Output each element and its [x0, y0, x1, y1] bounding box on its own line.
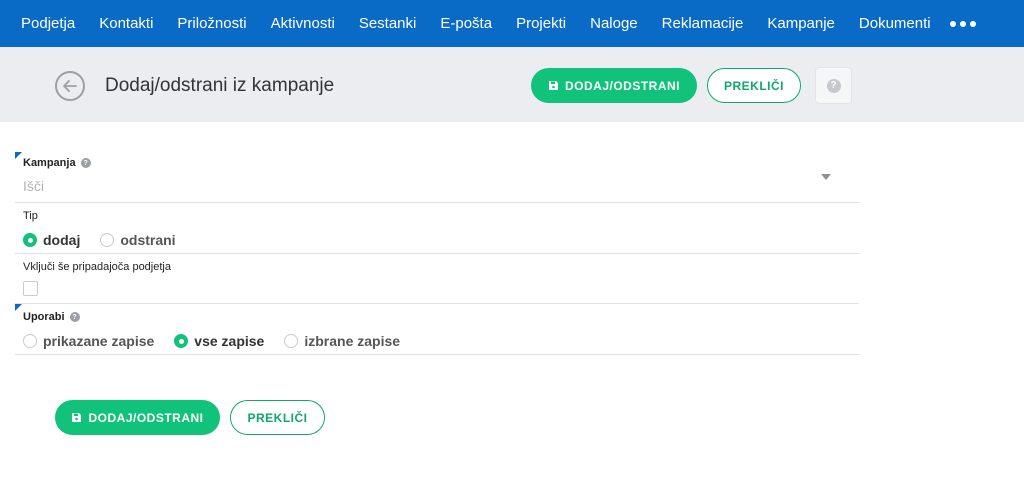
- help-icon: ?: [826, 78, 841, 93]
- floppy-disk-icon: [548, 81, 558, 90]
- radio-selected-icon: [174, 334, 189, 348]
- footer-save-button[interactable]: DODAJ/ODSTRANI: [55, 400, 220, 435]
- nav-item-podjetja[interactable]: Podjetja: [21, 15, 75, 32]
- radio-izbrane-zapise[interactable]: izbrane zapise: [284, 333, 400, 349]
- footer-cancel-button[interactable]: PREKLIČI: [230, 400, 325, 435]
- back-button[interactable]: [55, 71, 85, 101]
- include-companies-label: Vključi še pripadajoča podjetja: [23, 261, 171, 273]
- nav-item-sestanki[interactable]: Sestanki: [359, 15, 417, 32]
- use-label: Uporabi ?: [23, 311, 80, 323]
- save-button[interactable]: DODAJ/ODSTRANI: [531, 68, 697, 103]
- use-field: Uporabi ? prikazane zapise vse zapise iz…: [15, 304, 859, 355]
- top-navigation: Podjetja Kontakti Priložnosti Aktivnosti…: [0, 0, 1024, 47]
- help-icon[interactable]: ?: [80, 158, 91, 168]
- arrow-left-icon: [63, 80, 77, 92]
- page-title: Dodaj/odstrani iz kampanje: [105, 75, 335, 96]
- radio-vse-zapise[interactable]: vse zapise: [174, 333, 264, 349]
- nav-item-eposta[interactable]: E-pošta: [440, 15, 492, 32]
- nav-item-reklamacije[interactable]: Reklamacije: [662, 15, 744, 32]
- type-field: Tip dodaj odstrani: [15, 203, 859, 254]
- cancel-button[interactable]: PREKLIČI: [707, 68, 801, 103]
- type-radio-group: dodaj odstrani: [23, 232, 196, 248]
- floppy-disk-icon: [72, 413, 82, 422]
- type-label: Tip: [23, 210, 38, 222]
- radio-unselected-icon: [100, 233, 115, 247]
- campaign-search-input[interactable]: Išči: [23, 178, 44, 194]
- footer-save-button-label: DODAJ/ODSTRANI: [88, 410, 204, 425]
- radio-dodaj[interactable]: dodaj: [23, 232, 80, 248]
- campaign-label: Kampanja ?: [23, 157, 91, 169]
- save-button-label: DODAJ/ODSTRANI: [564, 78, 680, 93]
- include-companies-checkbox[interactable]: [23, 281, 38, 296]
- use-radio-group: prikazane zapise vse zapise izbrane zapi…: [23, 333, 420, 349]
- more-dots-icon[interactable]: [949, 20, 976, 27]
- page-header: Dodaj/odstrani iz kampanje DODAJ/ODSTRAN…: [0, 47, 1024, 122]
- radio-selected-icon: [23, 233, 37, 247]
- nav-item-dokumenti[interactable]: Dokumenti: [859, 15, 931, 32]
- include-companies-field: Vključi še pripadajoča podjetja: [15, 254, 859, 304]
- help-icon[interactable]: ?: [69, 312, 80, 322]
- nav-item-projekti[interactable]: Projekti: [516, 15, 566, 32]
- help-button[interactable]: ?: [815, 67, 852, 104]
- nav-item-kontakti[interactable]: Kontakti: [99, 15, 153, 32]
- nav-item-aktivnosti[interactable]: Aktivnosti: [271, 15, 335, 32]
- radio-odstrani[interactable]: odstrani: [100, 232, 176, 248]
- radio-unselected-icon: [284, 334, 299, 348]
- required-marker: [15, 152, 22, 159]
- radio-unselected-icon: [23, 334, 37, 348]
- nav-item-kampanje[interactable]: Kampanje: [767, 15, 835, 32]
- campaign-field: Kampanja ? Išči: [15, 152, 859, 203]
- nav-item-naloge[interactable]: Naloge: [590, 15, 638, 32]
- chevron-down-icon[interactable]: [821, 174, 831, 180]
- required-marker: [15, 304, 22, 311]
- radio-prikazane-zapise[interactable]: prikazane zapise: [23, 333, 154, 349]
- nav-item-priloznosti[interactable]: Priložnosti: [177, 15, 246, 32]
